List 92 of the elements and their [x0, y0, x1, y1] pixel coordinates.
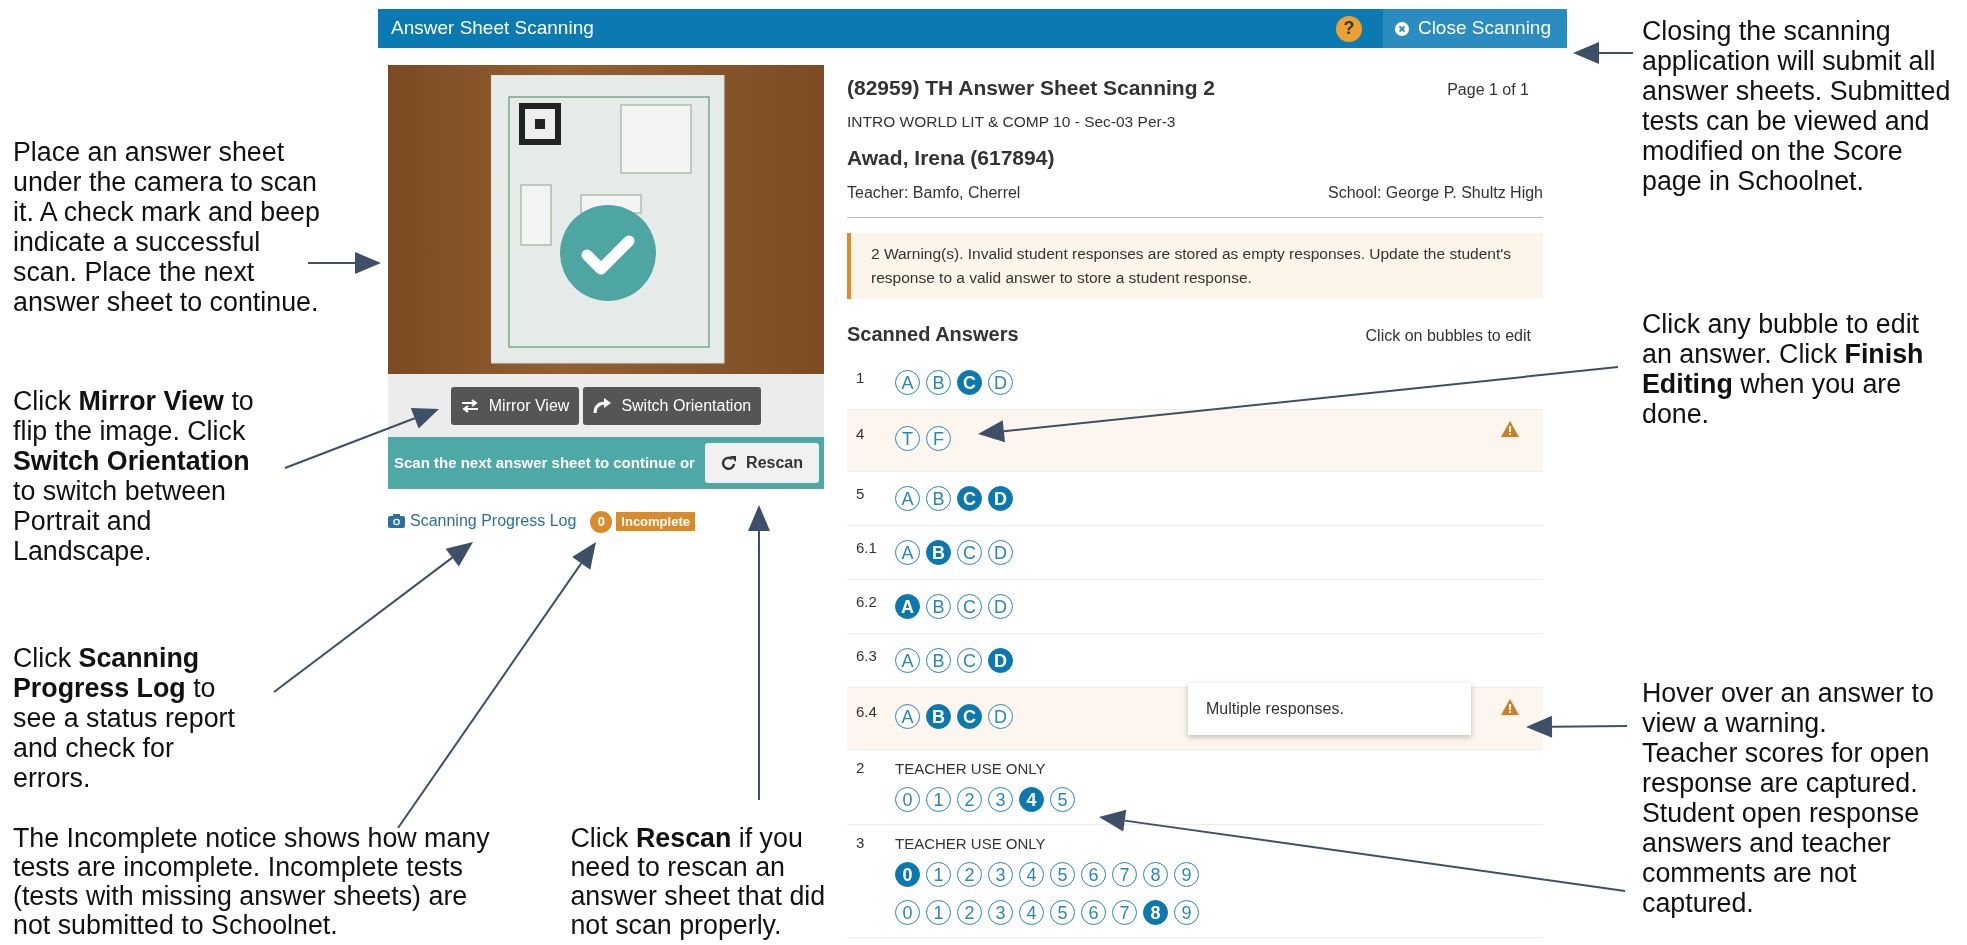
callout-text: Click any bubble to edit an answer. Click Finish Editing when you are done.: [1642, 309, 1925, 429]
answer-bubble[interactable]: B: [926, 648, 951, 673]
rescan-button[interactable]: Rescan: [705, 443, 819, 483]
answer-bubble[interactable]: 8: [1143, 900, 1168, 925]
answer-bubble[interactable]: B: [926, 370, 951, 395]
callout-text: Click Mirror View to flip the image. Click Switch Orientation to switch between Portrait and Landscape.: [13, 386, 255, 566]
answer-bubble[interactable]: 2: [957, 900, 982, 925]
question-number: 3: [856, 835, 866, 853]
close-scanning-button[interactable]: Close Scanning: [1382, 9, 1567, 48]
school-name: School: George P. Shultz High: [1328, 184, 1543, 202]
answer-bubble[interactable]: 7: [1112, 900, 1137, 925]
answer-bubble[interactable]: 4: [1019, 900, 1044, 925]
answer-bubble[interactable]: 0: [895, 787, 920, 812]
question-number: 5: [856, 486, 866, 504]
answer-bubble[interactable]: 1: [926, 900, 951, 925]
answer-bubble[interactable]: 3: [988, 787, 1013, 812]
answer-bubble[interactable]: F: [926, 426, 951, 451]
question-number: 6.3: [856, 648, 878, 666]
answer-bubble[interactable]: A: [895, 594, 920, 619]
answer-bubble[interactable]: C: [957, 704, 982, 729]
app-title: Answer Sheet Scanning: [390, 16, 595, 41]
teacher-caption: TEACHER USE ONLY: [895, 835, 1047, 852]
answer-bubble[interactable]: D: [988, 540, 1013, 565]
teacher-name: Teacher: Bamfo, Cherrel: [847, 184, 1021, 202]
answer-bubble[interactable]: 4: [1019, 787, 1044, 812]
question-number: 6.4: [856, 704, 878, 722]
answer-bubble[interactable]: A: [895, 540, 920, 565]
tooltip: Multiple responses.: [1188, 683, 1471, 735]
answer-bubble[interactable]: 5: [1050, 862, 1075, 887]
answer-bubble[interactable]: D: [988, 648, 1013, 673]
page-indicator: Page 1 of 1: [1447, 81, 1529, 99]
answer-bubble[interactable]: D: [988, 594, 1013, 619]
answer-bubble[interactable]: D: [988, 486, 1013, 511]
answer-bubble[interactable]: A: [895, 370, 920, 395]
question-number: 6.1: [856, 540, 878, 558]
answer-bubble[interactable]: B: [926, 540, 951, 565]
help-button[interactable]: ?: [1335, 15, 1362, 42]
callout-text: Teacher scores for open response are captured. Student open response answers and teacher comments are not captured.: [1642, 738, 1931, 918]
answer-bubble[interactable]: 0: [895, 900, 920, 925]
question-number: 4: [856, 426, 866, 444]
answer-bubble[interactable]: A: [895, 486, 920, 511]
teacher-caption: TEACHER USE ONLY: [895, 760, 1047, 777]
answer-bubble[interactable]: 7: [1112, 862, 1137, 887]
warning-message: 2 Warning(s). Invalid student responses are stored as empty responses. Update the student's response to a valid answer to store a student response.: [847, 233, 1543, 299]
scan-status-text: Scan the next answer sheet to continue or: [394, 452, 695, 473]
incomplete-count-badge: 0: [590, 510, 613, 533]
incomplete-label: Incomplete: [616, 512, 695, 531]
callout-text: Click Rescan if you need to rescan an answer sheet that did not scan properly.: [570, 824, 827, 942]
answer-bubble[interactable]: T: [895, 426, 920, 451]
answer-bubble[interactable]: A: [895, 704, 920, 729]
answer-bubble[interactable]: 1: [926, 862, 951, 887]
answer-bubble[interactable]: B: [926, 486, 951, 511]
section-name: INTRO WORLD LIT & COMP 10 - Sec-03 Per-3: [847, 113, 1177, 130]
answer-bubble[interactable]: 4: [1019, 862, 1044, 887]
answer-bubble[interactable]: C: [957, 540, 982, 565]
answer-bubble[interactable]: B: [926, 594, 951, 619]
answer-bubble[interactable]: 3: [988, 900, 1013, 925]
question-number: 6.2: [856, 594, 878, 612]
answer-bubble[interactable]: D: [988, 704, 1013, 729]
answer-bubble[interactable]: C: [957, 648, 982, 673]
callout-text: Place an answer sheet under the camera to scan it. A check mark and beep indicate a successful scan. Place the next answer sheet to continue.: [13, 137, 321, 317]
student-name: Awad, Irena (617894): [847, 145, 1056, 170]
answer-bubble[interactable]: 0: [895, 862, 920, 887]
answer-bubble[interactable]: A: [895, 648, 920, 673]
edit-hint: Click on bubbles to edit: [1365, 327, 1531, 345]
answer-bubble[interactable]: B: [926, 704, 951, 729]
answer-bubble[interactable]: 5: [1050, 787, 1075, 812]
scanning-progress-log-link[interactable]: Scanning Progress Log: [388, 509, 577, 533]
section-heading: Scanned Answers: [847, 322, 1019, 346]
answer-bubble[interactable]: D: [988, 370, 1013, 395]
callout-text: Click Scanning Progress Log to see a status report and check for errors.: [13, 643, 236, 793]
callout-text: Hover over an answer to view a warning.: [1642, 678, 1935, 738]
answer-bubble[interactable]: 3: [988, 862, 1013, 887]
answer-bubble[interactable]: C: [957, 486, 982, 511]
switch-orientation-button[interactable]: Switch Orientation: [583, 387, 762, 425]
callout-text: Closing the scanning application will submit all answer sheets. Submitted tests can be viewed and modified on the Score page in Schoolnet.: [1642, 16, 1952, 196]
answer-bubble[interactable]: 9: [1174, 900, 1199, 925]
question-number: 2: [856, 760, 866, 778]
answer-bubble[interactable]: 2: [957, 862, 982, 887]
answer-bubble[interactable]: 6: [1081, 862, 1106, 887]
answer-bubble[interactable]: 2: [957, 787, 982, 812]
answer-bubble[interactable]: 5: [1050, 900, 1075, 925]
answer-bubble[interactable]: 6: [1081, 900, 1106, 925]
answer-bubble[interactable]: 8: [1143, 862, 1168, 887]
answer-bubble[interactable]: C: [957, 370, 982, 395]
answer-bubble[interactable]: C: [957, 594, 982, 619]
mirror-view-button[interactable]: Mirror View: [450, 387, 580, 425]
callout-text: The Incomplete notice shows how many tests are incomplete. Incomplete tests (tests with missing answer sheets) are not submitted to Schoolnet.: [13, 824, 491, 942]
answer-bubble[interactable]: 9: [1174, 862, 1199, 887]
answer-bubble[interactable]: 1: [926, 787, 951, 812]
question-number: 1: [856, 370, 866, 388]
test-title: (82959) TH Answer Sheet Scanning 2: [847, 75, 1215, 100]
